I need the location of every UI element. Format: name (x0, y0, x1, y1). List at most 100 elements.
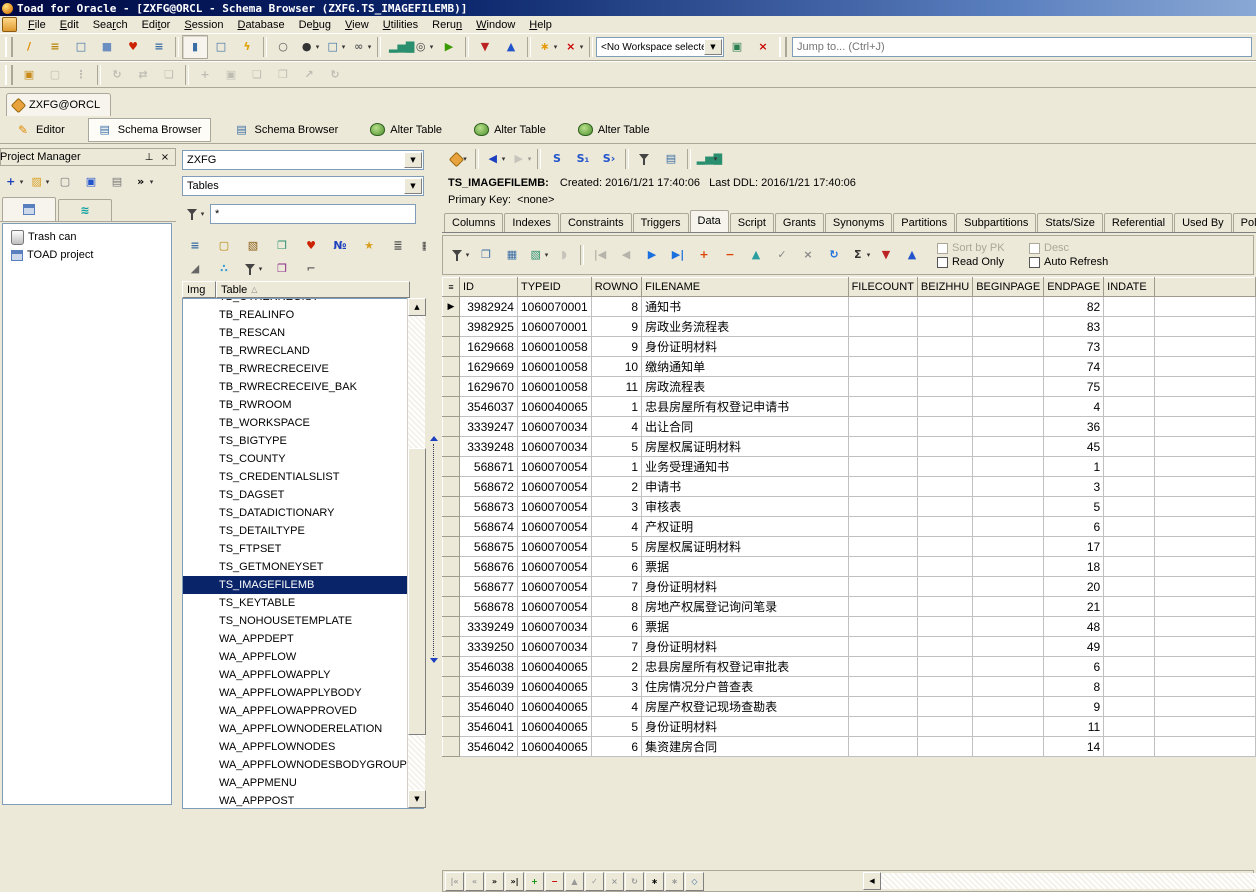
first-record-button[interactable]: |◀ (587, 243, 613, 267)
grid-cell[interactable] (973, 377, 1044, 397)
filter-funnel-button[interactable] (632, 147, 658, 171)
pane-splitter-strip[interactable] (426, 144, 442, 809)
grid-cell[interactable]: 1060010058 (517, 357, 591, 377)
grid-cell[interactable]: 3546038 (459, 657, 517, 677)
export-jar-button[interactable]: ▲ (899, 243, 925, 267)
row-indicator-cell[interactable] (443, 437, 460, 457)
edit-row-button[interactable]: ▲ (743, 243, 769, 267)
goto-bookmark-button[interactable]: ∗ (665, 872, 684, 891)
menu-item-edit[interactable]: Edit (53, 18, 86, 32)
tab-referential[interactable]: Referential (1104, 213, 1173, 232)
grid-cell[interactable]: 3982925 (459, 317, 517, 337)
grid-cell[interactable] (848, 377, 917, 397)
scrollbar-track[interactable] (881, 873, 1256, 889)
grid-cell[interactable]: 17 (1044, 537, 1104, 557)
row-indicator-cell[interactable] (443, 537, 460, 557)
copy-project-button[interactable]: ❏ (156, 63, 182, 87)
column-header-id[interactable]: ID (459, 278, 517, 297)
window-tab-schema-browser[interactable]: ▤Schema Browser (88, 118, 211, 142)
grid-cell[interactable] (1104, 617, 1155, 637)
grid-cell[interactable] (848, 677, 917, 697)
checkbox-icon[interactable] (1029, 257, 1040, 268)
grid-cell[interactable] (848, 457, 917, 477)
tab-used-by[interactable]: Used By (1174, 213, 1232, 232)
menu-item-session[interactable]: Session (177, 18, 230, 32)
list-item[interactable]: TS_COUNTY (183, 450, 423, 468)
pm-tab-database[interactable]: ≋ (58, 199, 112, 221)
grid-cell[interactable]: 1060070054 (517, 477, 591, 497)
grid-cell[interactable] (1104, 477, 1155, 497)
row-indicator-cell[interactable] (443, 557, 460, 577)
row-indicator-cell[interactable] (443, 717, 460, 737)
grid-cell[interactable] (973, 617, 1044, 637)
grid-cell[interactable]: 1060070054 (517, 577, 591, 597)
grid-cell[interactable]: 7 (591, 577, 641, 597)
new-connection-button[interactable]: ∗▾ (534, 35, 560, 59)
column-header-img[interactable]: Img (182, 281, 216, 298)
tab-stats-size[interactable]: Stats/Size (1037, 213, 1103, 232)
grid-cell[interactable] (917, 437, 972, 457)
row-indicator-cell[interactable] (443, 677, 460, 697)
grid-cell[interactable] (848, 537, 917, 557)
create-table-button[interactable]: ▢ (211, 234, 237, 258)
pin-icon[interactable]: ⊥ (141, 152, 157, 163)
grid-cell[interactable]: 3546040 (459, 697, 517, 717)
grid-cell[interactable] (973, 497, 1044, 517)
row-indicator-cell[interactable] (443, 377, 460, 397)
grid-cell[interactable]: 1060070054 (517, 497, 591, 517)
grid-cell[interactable] (917, 397, 972, 417)
post-edit-button[interactable]: ✓ (769, 243, 795, 267)
grid-cell[interactable]: 房地产权属登记询问笔录 (642, 597, 848, 617)
rownum-button[interactable]: № (327, 234, 353, 258)
copy-data-button[interactable]: ❐ (269, 234, 295, 258)
tab-policies[interactable]: Policies (1233, 213, 1256, 232)
tab-grants[interactable]: Grants (775, 213, 824, 232)
list-item[interactable]: TB_WORKSPACE (183, 414, 423, 432)
grid-cell[interactable]: 集资建房合同 (642, 737, 848, 757)
grid-cell[interactable] (973, 697, 1044, 717)
grid-cell[interactable]: 1060010058 (517, 377, 591, 397)
grid-cell[interactable]: 1629670 (459, 377, 517, 397)
refresh-single-button[interactable]: S₁ (570, 147, 596, 171)
grid-cell[interactable]: 8 (591, 597, 641, 617)
grid-cell[interactable] (1104, 417, 1155, 437)
toolbar-grip[interactable] (5, 65, 13, 85)
list-item[interactable]: TS_BIGTYPE (183, 432, 423, 450)
list-item[interactable]: WA_APPDEPT (183, 630, 423, 648)
forward-button[interactable]: ▶▾ (508, 147, 534, 171)
grid-cell[interactable]: 1060040065 (517, 397, 591, 417)
grid-cell[interactable] (973, 677, 1044, 697)
chart-options-button[interactable]: ▂▅▇▾ (694, 147, 720, 171)
new-doc-button[interactable]: ▢ (52, 170, 78, 194)
grid-cell[interactable] (1104, 397, 1155, 417)
grid-cell[interactable]: 74 (1044, 357, 1104, 377)
grid-cell[interactable] (917, 657, 972, 677)
window-tab-schema-browser[interactable]: ▤Schema Browser (225, 118, 348, 142)
grid-cell[interactable]: 75 (1044, 377, 1104, 397)
grid-cell[interactable] (1104, 597, 1155, 617)
column-header-endpage[interactable]: ENDPAGE (1044, 278, 1104, 297)
view-details-button[interactable]: ≡ (182, 234, 208, 258)
list-item[interactable]: TS_KEYTABLE (183, 594, 423, 612)
table-row[interactable]: 333924710600700344出让合同36 (443, 417, 1256, 437)
tab-script[interactable]: Script (730, 213, 774, 232)
grid-cell[interactable]: 3339250 (459, 637, 517, 657)
grid-cell[interactable]: 业务受理通知书 (642, 457, 848, 477)
add-item-button[interactable]: +▾ (0, 170, 26, 194)
list-item[interactable]: TS_FTPSET (183, 540, 423, 558)
grid-cell[interactable] (917, 517, 972, 537)
table-row[interactable]: 354604210600400656集资建房合同14 (443, 737, 1256, 757)
menu-item-editor[interactable]: Editor (135, 18, 178, 32)
grid-cell[interactable]: 568677 (459, 577, 517, 597)
prior-record-button[interactable]: ◀ (613, 243, 639, 267)
grid-cell[interactable] (1104, 657, 1155, 677)
grid-cell[interactable] (1104, 677, 1155, 697)
column-header-rowno[interactable]: ROWNO (591, 278, 641, 297)
grid-cell[interactable] (848, 657, 917, 677)
rename-file-button[interactable]: ❏ (244, 63, 270, 87)
scrollbar-thumb[interactable] (408, 448, 426, 735)
grid-cell[interactable]: 1060040065 (517, 717, 591, 737)
checkbox-desc[interactable]: Desc (1029, 242, 1108, 254)
grid-cell[interactable] (1104, 577, 1155, 597)
table-row[interactable]: 333924810600700345房屋权属证明材料45 (443, 437, 1256, 457)
